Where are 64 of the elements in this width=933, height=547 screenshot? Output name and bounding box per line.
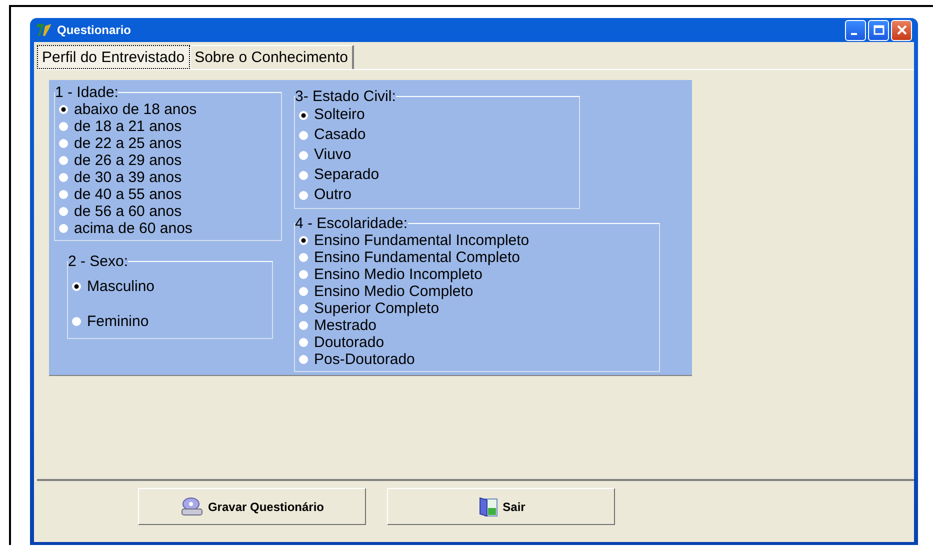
radio-button[interactable] [72,317,81,326]
radio-option[interactable]: Viuvo [299,145,573,165]
radio-button[interactable] [299,287,308,296]
radio-option[interactable]: de 26 a 29 anos [59,152,275,169]
radio-option[interactable]: Ensino Fundamental Completo [299,249,653,266]
maximize-icon [872,24,884,36]
radio-button[interactable] [59,122,68,131]
close-button[interactable] [891,20,912,40]
radio-option[interactable]: Masculino [72,278,266,295]
radio-button[interactable] [299,236,308,245]
radio-button[interactable] [299,130,308,140]
window-title: Questionario [57,23,132,37]
radio-button[interactable] [59,224,68,233]
radio-button[interactable] [299,304,308,313]
radio-button[interactable] [299,190,308,200]
radio-button[interactable] [59,190,68,199]
door-icon [476,496,499,518]
radio-button[interactable] [59,105,68,114]
radio-button[interactable] [299,321,308,330]
group-title: 3- Estado Civil: [295,88,396,105]
radio-option[interactable]: de 18 a 21 anos [59,118,275,135]
radio-option[interactable]: de 40 a 55 anos [59,186,275,203]
save-button[interactable]: Gravar Questionário [138,488,366,525]
group-title: 2 - Sexo: [68,253,128,270]
radio-option[interactable]: Superior Completo [299,300,653,317]
radio-button[interactable] [59,156,68,165]
radio-button[interactable] [299,338,308,347]
close-icon [896,24,908,36]
exit-button[interactable]: Sair [387,488,615,525]
radio-option[interactable]: Solteiro [299,105,573,125]
tab[interactable]: Perfil do Entrevistado [37,45,190,69]
radio-option[interactable]: Separado [299,165,573,185]
radio-option[interactable]: de 22 a 25 anos [59,135,275,152]
maximize-button[interactable] [868,20,889,40]
radio-button[interactable] [59,139,68,148]
minimize-icon [850,33,856,35]
radio-option[interactable]: Doutorado [299,334,653,351]
radio-option[interactable]: abaixo de 18 anos [59,101,275,118]
radio-button[interactable] [299,355,308,364]
radio-button[interactable] [59,207,68,216]
radio-option[interactable]: Casado [299,125,573,145]
radio-button[interactable] [299,253,308,262]
app-logo-icon [36,23,52,37]
disk-drive-icon [180,496,204,516]
radio-button[interactable] [59,173,68,182]
radio-option[interactable]: Pos-Doutorado [299,351,653,368]
minimize-button[interactable] [845,20,866,40]
radio-option[interactable]: Ensino Medio Incompleto [299,266,653,283]
radio-option[interactable]: Mestrado [299,317,653,334]
radio-option[interactable]: de 56 a 60 anos [59,203,275,220]
radio-option[interactable]: Feminino [72,313,266,330]
group-title: 1 - Idade: [55,84,118,101]
radio-option[interactable]: Ensino Medio Completo [299,283,653,300]
radio-option[interactable]: acima de 60 anos [59,220,275,237]
radio-button[interactable] [299,170,308,180]
radio-button[interactable] [299,270,308,279]
radio-button[interactable] [299,150,308,160]
tab[interactable]: Sobre o Conhecimento [190,45,354,69]
radio-option[interactable]: de 30 a 39 anos [59,169,275,186]
radio-button[interactable] [72,282,81,291]
radio-button[interactable] [299,110,308,120]
radio-option[interactable]: Ensino Fundamental Incompleto [299,232,653,249]
radio-option[interactable]: Outro [299,185,573,205]
group-title: 4 - Escolaridade: [295,215,408,232]
